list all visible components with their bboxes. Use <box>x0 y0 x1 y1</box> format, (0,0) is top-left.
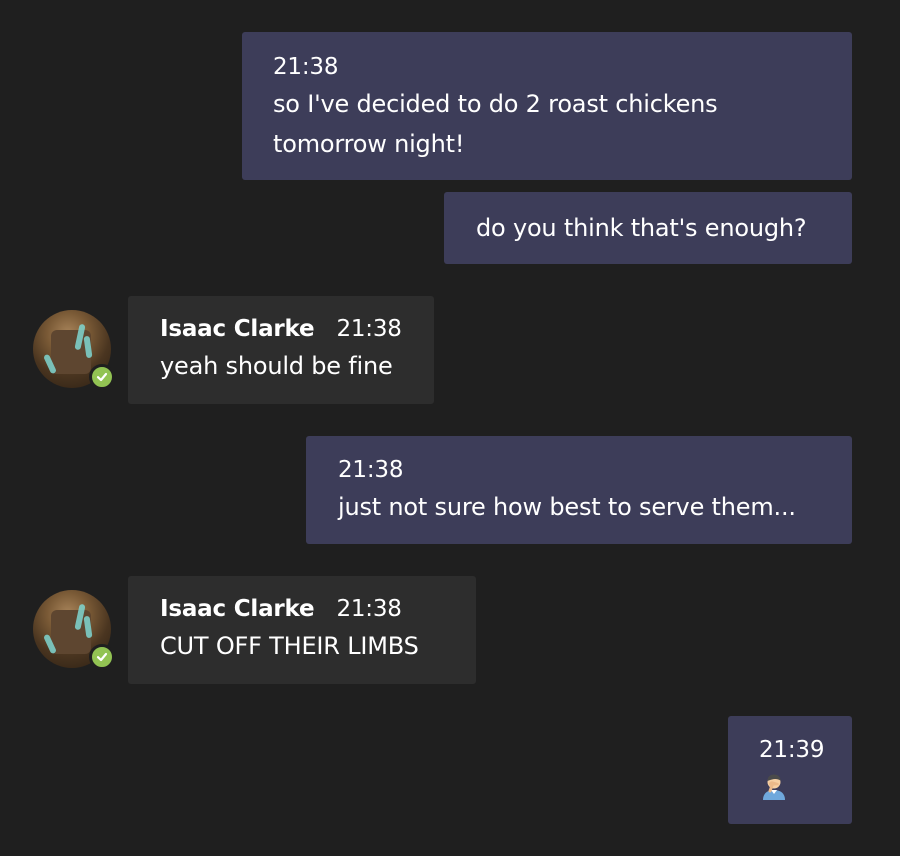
message-timestamp: 21:39 <box>759 737 825 763</box>
contact-avatar[interactable] <box>33 310 115 390</box>
their-message-bubble[interactable]: Isaac Clarke 21:38 CUT OFF THEIR LIMBS <box>128 576 476 684</box>
message-text-line: tomorrow night! <box>273 130 465 158</box>
message-timestamp: 21:38 <box>338 457 404 483</box>
presence-available-icon <box>89 644 115 670</box>
message-timestamp: 21:38 <box>336 596 402 622</box>
message-header: Isaac Clarke 21:38 <box>160 592 456 626</box>
my-message-bubble[interactable]: 21:39 <box>728 716 852 824</box>
their-message-bubble[interactable]: Isaac Clarke 21:38 yeah should be fine <box>128 296 434 404</box>
man-facepalming-emoji-icon <box>759 771 789 801</box>
message-text-line: yeah should be fine <box>160 352 393 380</box>
message-text-line: do you think that's enough? <box>476 214 807 242</box>
contact-avatar[interactable] <box>33 590 115 670</box>
message-timestamp: 21:38 <box>273 54 339 80</box>
message-timestamp: 21:38 <box>336 316 402 342</box>
message-text-line: just not sure how best to serve them... <box>338 493 796 521</box>
presence-available-icon <box>89 364 115 390</box>
message-header: Isaac Clarke 21:38 <box>160 312 414 346</box>
my-message-bubble[interactable]: 21:38 just not sure how best to serve th… <box>306 436 852 544</box>
message-text-line: so I've decided to do 2 roast chickens <box>273 90 718 118</box>
sender-name[interactable]: Isaac Clarke <box>160 316 315 342</box>
my-message-bubble[interactable]: 21:38 so I've decided to do 2 roast chic… <box>242 32 852 180</box>
sender-name[interactable]: Isaac Clarke <box>160 596 315 622</box>
message-text-line: CUT OFF THEIR LIMBS <box>160 632 419 660</box>
chat-thread: 21:38 so I've decided to do 2 roast chic… <box>0 0 900 856</box>
my-message-bubble[interactable]: do you think that's enough? <box>444 192 852 264</box>
